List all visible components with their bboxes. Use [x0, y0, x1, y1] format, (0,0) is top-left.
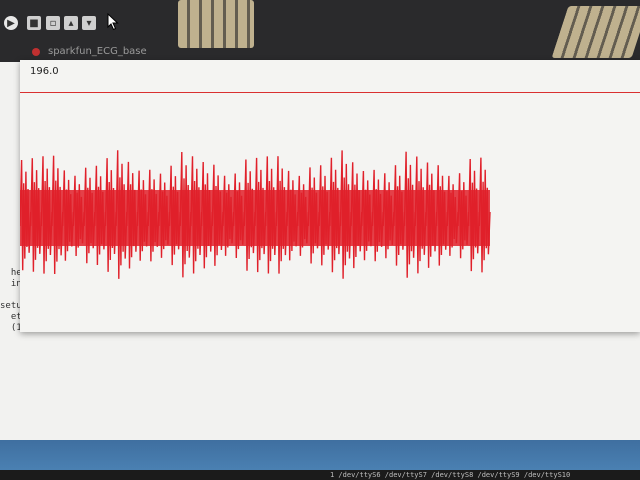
- sketch-output-window[interactable]: 196.0: [20, 60, 640, 332]
- sketch-tab[interactable]: sparkfun_ECG_base: [28, 44, 155, 60]
- console-output: 1 /dev/ttyS6 /dev/ttyS7 /dev/ttyS8 /dev/…: [0, 470, 640, 480]
- console-text: 1 /dev/ttyS6 /dev/ttyS7 /dev/ttyS8 /dev/…: [330, 471, 571, 479]
- stop-button[interactable]: ■: [27, 16, 41, 30]
- sketch-tab-label: sparkfun_ECG_base: [48, 46, 147, 57]
- play-icon: ▶: [7, 17, 15, 29]
- stop-icon: ■: [29, 17, 39, 29]
- ecg-waveform: [20, 150, 491, 279]
- save-icon: ▾: [86, 17, 92, 29]
- new-file-icon: ▫: [49, 17, 57, 29]
- close-tab-icon[interactable]: [32, 48, 40, 56]
- threshold-line: [20, 92, 640, 93]
- new-button[interactable]: ▫: [46, 16, 60, 30]
- mouse-pointer-icon: [107, 13, 119, 31]
- open-icon: ▴: [68, 17, 74, 29]
- run-button[interactable]: ▶: [4, 16, 18, 30]
- save-button[interactable]: ▾: [82, 16, 96, 30]
- open-button[interactable]: ▴: [64, 16, 78, 30]
- ecg-waveform-plot: [20, 150, 491, 279]
- ide-toolbar: ▶ ■ ▫ ▴ ▾: [0, 12, 160, 38]
- value-readout: 196.0: [30, 66, 59, 77]
- waveform-trace: [20, 150, 491, 279]
